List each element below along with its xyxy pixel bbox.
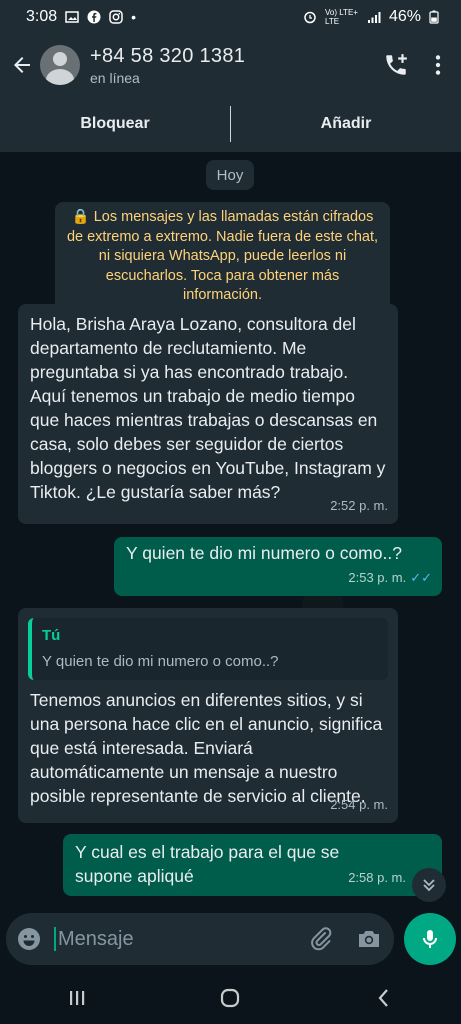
recent-apps-icon[interactable]: [65, 986, 89, 1010]
outgoing-message[interactable]: Y cual es el trabajo para el que se supo…: [63, 834, 442, 896]
message-time-wrap: 2:53 p. m. ✓✓: [348, 566, 432, 590]
call-add-icon[interactable]: [383, 52, 409, 78]
incoming-reply-message[interactable]: Tú Y quien te dio mi numero o como..? Te…: [18, 608, 398, 823]
message-time: 2:52 p. m.: [330, 498, 388, 513]
unknown-contact-actions: Bloquear Añadir: [0, 96, 461, 152]
battery-level: 46%: [388, 8, 421, 25]
quote-author: Tú: [42, 627, 61, 644]
online-status: en línea: [90, 69, 140, 86]
alarm-icon: [304, 11, 316, 24]
more-options-icon[interactable]: [425, 52, 451, 78]
system-nav-bar: [0, 972, 461, 1024]
scroll-to-bottom-button[interactable]: [412, 868, 446, 902]
block-button[interactable]: Bloquear: [0, 115, 230, 133]
double-chevron-down-icon: [423, 879, 435, 892]
instagram-icon: [109, 10, 123, 24]
message-time: 2:58 p. m.: [348, 870, 406, 885]
message-time: 2:53 p. m.: [348, 570, 407, 585]
quoted-message[interactable]: Tú Y quien te dio mi numero o como..?: [28, 618, 388, 680]
battery-icon: [429, 10, 439, 24]
chat-header: +84 58 320 1381 en línea: [0, 34, 461, 96]
paperclip-icon[interactable]: [308, 926, 334, 952]
back-arrow-icon[interactable]: [10, 53, 34, 77]
incoming-message[interactable]: Hola, Brisha Araya Lozano, consultora de…: [18, 304, 398, 524]
signal-icon: [367, 12, 381, 23]
voice-message-button[interactable]: [404, 913, 456, 965]
status-bar: 3:08 • Vo) LTE+ LTE 46%: [0, 0, 461, 34]
add-contact-button[interactable]: Añadir: [231, 115, 461, 133]
message-text: Hola, Brisha Araya Lozano, consultora de…: [30, 314, 386, 502]
message-text: Tenemos anuncios en diferentes sitios, y…: [30, 690, 383, 806]
contact-avatar[interactable]: [40, 45, 80, 85]
microphone-icon: [423, 930, 437, 948]
camera-icon[interactable]: [356, 926, 382, 952]
home-icon[interactable]: [218, 986, 242, 1010]
chat-area[interactable]: Hoy 🔒 Los mensajes y las llamadas están …: [0, 152, 461, 908]
notification-dot-icon: •: [131, 9, 137, 25]
gallery-icon: [65, 11, 79, 23]
message-composer: Mensaje: [6, 913, 394, 965]
encryption-notice[interactable]: 🔒 Los mensajes y las llamadas están cifr…: [55, 202, 390, 312]
emoji-icon[interactable]: [16, 926, 42, 952]
message-text: Y cual es el trabajo para el que se supo…: [75, 842, 340, 886]
network-label: Vo) LTE+ LTE: [324, 8, 358, 26]
message-time: 2:54 p. m.: [330, 797, 388, 812]
contact-number: +84 58 320 1381: [90, 44, 246, 67]
facebook-icon: [87, 10, 101, 24]
message-text: Y quien te dio mi numero o como..?: [126, 543, 402, 563]
status-time: 3:08: [26, 8, 58, 25]
back-nav-icon[interactable]: [372, 986, 396, 1010]
date-chip: Hoy: [206, 160, 254, 190]
outgoing-message[interactable]: Y quien te dio mi numero o como..? 2:53 …: [114, 537, 442, 596]
read-ticks-icon: ✓✓: [410, 570, 432, 585]
contact-info[interactable]: +84 58 320 1381 en línea: [90, 45, 367, 86]
quote-text: Y quien te dio mi numero o como..?: [42, 653, 279, 670]
message-input[interactable]: Mensaje: [54, 927, 308, 951]
